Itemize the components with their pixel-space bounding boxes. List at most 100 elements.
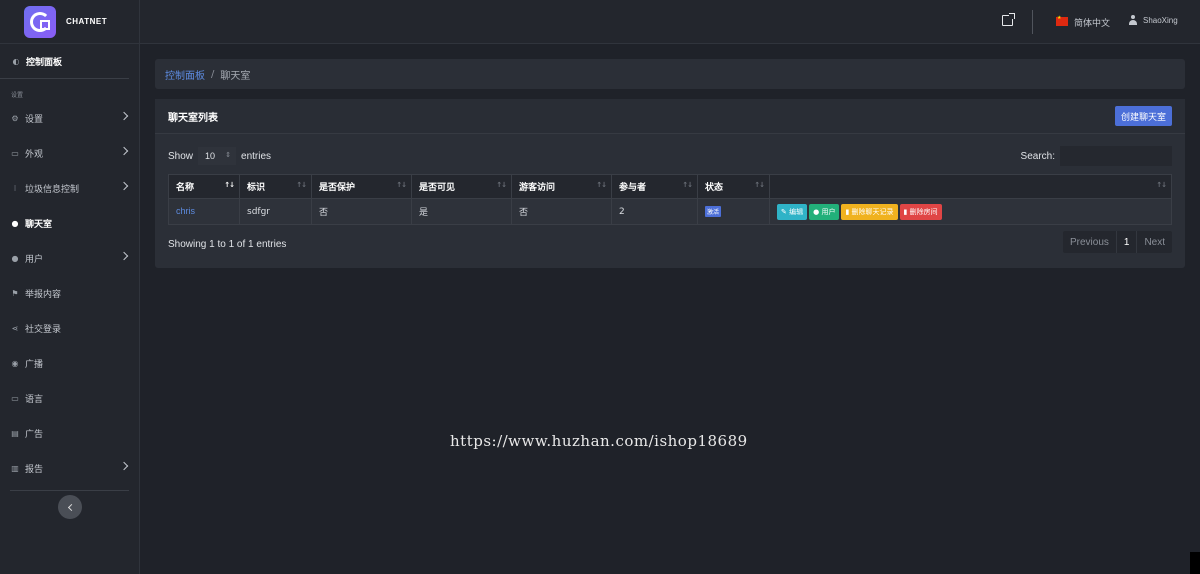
broadcast-icon: ◉	[11, 359, 19, 368]
chatroom-list-card: 聊天室列表 创建聊天室 Show 10 entries Search: 名称↑↓…	[155, 99, 1185, 268]
search-input[interactable]	[1060, 146, 1172, 166]
show-label: Show	[168, 150, 194, 162]
previous-page-button[interactable]: Previous	[1063, 231, 1117, 253]
table-header-row: 名称 ↑↓ 标识 ↑↓ 是否保护 ↑↓ 是否可见 ↑↓ 游客访问 ↑↓ 参与者 ↑↓ 状态 ↑…	[168, 174, 1172, 199]
brand-name: CHATNET	[66, 17, 108, 26]
delete-room-button[interactable]: ▮ 删除房间	[899, 203, 942, 220]
sidebar-collapse-button[interactable]	[58, 495, 82, 519]
sidebar-item-settings[interactable]: ⚙ 设置	[0, 101, 139, 136]
flag-icon: ⚑	[11, 289, 19, 298]
table-search: Search:	[1021, 146, 1172, 166]
sidebar-item-label: 外观	[25, 150, 44, 160]
corner-indicator	[1190, 552, 1200, 574]
card-title: 聊天室列表	[168, 112, 218, 124]
trash-icon: ▮	[903, 207, 908, 216]
sort-icon: ↑↓	[296, 181, 307, 189]
sort-icon: ↑↓	[754, 181, 765, 189]
sidebar-item-reports-content[interactable]: ⚑ 举报内容	[0, 276, 139, 311]
sidebar-item-dashboard[interactable]: ◐ 控制面板	[0, 44, 129, 79]
sidebar-item-users[interactable]: ● 用户	[0, 241, 139, 276]
sidebar-item-appearance[interactable]: ▭ 外观	[0, 136, 139, 171]
sidebar-item-broadcast[interactable]: ◉ 广播	[0, 346, 139, 381]
breadcrumb-current: 聊天室	[220, 70, 251, 82]
comments-icon: ●	[11, 219, 19, 228]
user-icon[interactable]	[1128, 15, 1138, 26]
sidebar-item-chatrooms[interactable]: ● 聊天室	[0, 206, 139, 241]
keyboard-icon: ▭	[11, 394, 19, 403]
sidebar-item-label: 用户	[25, 255, 44, 265]
chatroom-name-link[interactable]: chris	[176, 206, 195, 216]
sidebar-item-label: 设置	[25, 115, 44, 125]
next-page-button[interactable]: Next	[1137, 231, 1172, 253]
sidebar-item-label: 垃圾信息控制	[25, 185, 80, 195]
table-row: chris sdfgr 否 是 否 2 激活 ✎ 编辑 ● 用户 ▮ 删除聊天记录 ▮…	[168, 198, 1172, 225]
edit-icon: ✎	[781, 207, 787, 216]
brand[interactable]: CHATNET	[0, 0, 139, 44]
external-link-icon[interactable]	[1002, 13, 1015, 26]
page-length-select[interactable]: 10	[198, 147, 237, 165]
sidebar-item-label: 广告	[25, 430, 44, 440]
sort-icon: ↑↓	[682, 181, 693, 189]
sidebar-item-label: 广播	[25, 360, 44, 370]
trash-icon: ▮	[845, 207, 850, 216]
page-1-button[interactable]: 1	[1117, 231, 1138, 253]
china-flag-icon[interactable]	[1056, 15, 1068, 26]
sidebar-item-label: 报告	[25, 465, 44, 475]
users-icon: ●	[11, 254, 19, 263]
breadcrumb-dashboard-link[interactable]: 控制面板	[165, 67, 205, 82]
sidebar-item-ads[interactable]: ▤ 广告	[0, 416, 139, 451]
filter-icon: ⁝	[13, 184, 17, 193]
breadcrumb: 控制面板 / 聊天室	[155, 59, 1185, 89]
users-icon: ●	[813, 207, 820, 216]
users-button[interactable]: ● 用户	[809, 203, 840, 220]
sort-icon: ↑↓	[396, 181, 407, 189]
clear-messages-button[interactable]: ▮ 删除聊天记录	[841, 203, 898, 220]
column-header-name[interactable]: 名称 ↑↓	[168, 174, 240, 199]
chevron-right-icon	[119, 181, 129, 191]
sort-icon: ↑↓	[496, 181, 507, 189]
column-header-actions[interactable]: ↑↓	[769, 174, 1172, 199]
sidebar-item-label: 语言	[25, 395, 44, 405]
search-label: Search:	[1020, 150, 1055, 162]
cell-slug: sdfgr	[239, 198, 312, 225]
user-menu[interactable]: ShaoXing	[1143, 16, 1178, 25]
cell-actions: ✎ 编辑 ● 用户 ▮ 删除聊天记录 ▮ 删除房间	[769, 198, 1172, 225]
status-badge: 激活	[705, 206, 722, 217]
edit-button[interactable]: ✎ 编辑	[777, 203, 808, 220]
chatroom-table: 名称 ↑↓ 标识 ↑↓ 是否保护 ↑↓ 是否可见 ↑↓ 游客访问 ↑↓ 参与者 ↑↓ 状态 ↑…	[168, 174, 1172, 225]
page-length-control: Show 10 entries	[168, 147, 271, 165]
sidebar-item-label: 控制面板	[26, 57, 63, 68]
sidebar-item-reports[interactable]: ▥ 报告	[0, 451, 139, 486]
column-header-visible[interactable]: 是否可见 ↑↓	[411, 174, 512, 199]
cell-participants: 2	[611, 198, 698, 225]
chevron-left-icon	[67, 503, 75, 511]
cell-guest: 否	[511, 198, 612, 225]
gear-icon: ⚙	[11, 114, 19, 123]
share-icon: ⋖	[11, 324, 19, 333]
language-selector[interactable]: 简体中文	[1074, 16, 1110, 29]
chart-icon: ▥	[11, 464, 19, 473]
column-header-status[interactable]: 状态 ↑↓	[697, 174, 770, 199]
column-header-participants[interactable]: 参与者 ↑↓	[611, 174, 698, 199]
table-info: Showing 1 to 1 of 1 entries	[168, 239, 287, 250]
topbar: 简体中文 ShaoXing	[140, 0, 1200, 44]
column-header-guest[interactable]: 游客访问 ↑↓	[511, 174, 612, 199]
chevron-right-icon	[119, 111, 129, 121]
create-chatroom-button[interactable]: 创建聊天室	[1114, 106, 1172, 126]
entries-label: entries	[241, 150, 272, 162]
sidebar-item-spam-control[interactable]: ⁝ 垃圾信息控制	[0, 171, 139, 206]
sidebar-item-social-login[interactable]: ⋖ 社交登录	[0, 311, 139, 346]
chevron-right-icon	[119, 251, 129, 261]
column-header-protected[interactable]: 是否保护 ↑↓	[311, 174, 412, 199]
cell-visible: 是	[411, 198, 512, 225]
breadcrumb-separator: /	[211, 68, 215, 80]
logo	[24, 5, 56, 38]
ad-icon: ▤	[11, 429, 19, 438]
sort-icon: ↑↓	[1156, 181, 1167, 189]
sidebar-divider	[10, 490, 129, 491]
chevron-right-icon	[119, 461, 129, 471]
column-header-slug[interactable]: 标识 ↑↓	[239, 174, 312, 199]
sidebar: CHATNET ◐ 控制面板 设置 ⚙ 设置 ▭ 外观 ⁝ 垃圾信息控制 ● 聊…	[0, 0, 140, 574]
sidebar-item-languages[interactable]: ▭ 语言	[0, 381, 139, 416]
pagination: Previous 1 Next	[1062, 231, 1172, 253]
